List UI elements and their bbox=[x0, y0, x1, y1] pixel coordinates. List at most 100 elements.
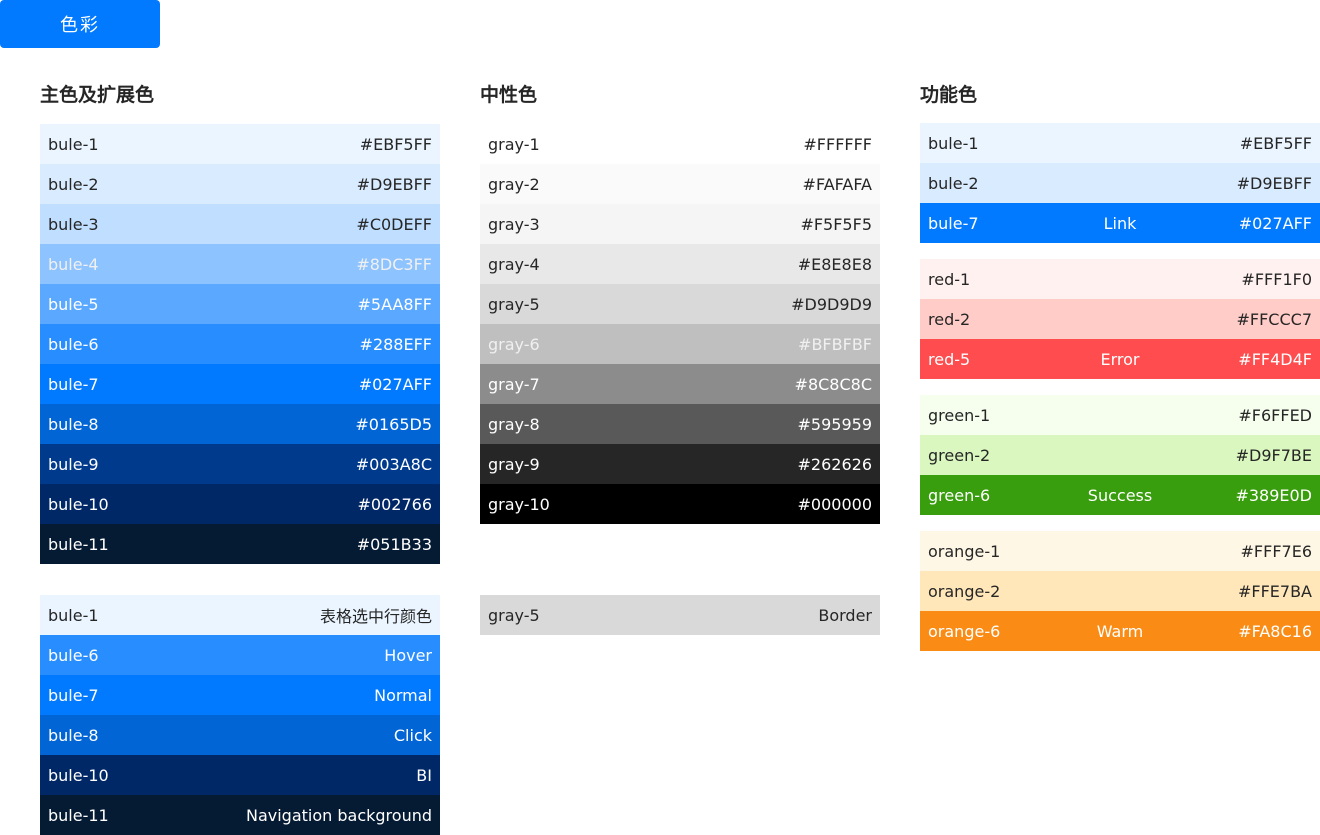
swatch-name: green-2 bbox=[928, 445, 991, 465]
color-swatch-row: gray-6 #BFBFBF bbox=[480, 324, 880, 364]
color-swatch-row: bule-8 #0165D5 bbox=[40, 404, 440, 444]
swatch-name: bule-1 bbox=[928, 133, 979, 153]
color-swatch-row: bule-3 #C0DEFF bbox=[40, 204, 440, 244]
swatch-value: 表格选中行颜色 bbox=[319, 607, 432, 626]
swatch-value: #D9D9D9 bbox=[791, 294, 872, 314]
swatch-name: gray-7 bbox=[488, 374, 540, 394]
color-swatch-row: bule-1 #EBF5FF bbox=[40, 124, 440, 164]
swatch-name: red-5 bbox=[928, 349, 971, 369]
swatch-value: BI bbox=[416, 765, 432, 785]
swatch-value: Hover bbox=[384, 645, 432, 665]
swatch-value: #000000 bbox=[797, 494, 872, 514]
swatch-value: #D9EBFF bbox=[356, 174, 432, 194]
swatch-value: #0165D5 bbox=[355, 414, 432, 434]
swatch-value: #FFFFFF bbox=[803, 134, 872, 154]
swatch-value: #C0DEFF bbox=[356, 214, 432, 234]
swatch-value: #FFF1F0 bbox=[1241, 269, 1312, 289]
swatch-value: #288EFF bbox=[359, 334, 432, 354]
color-swatch-row: gray-2 #FAFAFA bbox=[480, 164, 880, 204]
swatch-value: #FFE7BA bbox=[1237, 581, 1312, 601]
swatch-name: orange-1 bbox=[928, 541, 1001, 561]
swatch-value: #595959 bbox=[797, 414, 872, 434]
functional-section-title: 功能色 bbox=[920, 84, 978, 106]
swatch-name: red-1 bbox=[928, 269, 971, 289]
color-swatch-row: bule-7 #027AFF bbox=[40, 364, 440, 404]
primary-usage-palette: bule-1 表格选中行颜色 bule-6 Hover bule-7 Normal bule… bbox=[40, 595, 440, 835]
swatch-name: bule-3 bbox=[48, 214, 99, 234]
swatch-name: green-1 bbox=[928, 405, 991, 425]
color-swatch-row: bule-8 Click bbox=[40, 715, 440, 755]
swatch-name: bule-5 bbox=[48, 294, 99, 314]
swatch-name: bule-11 bbox=[48, 534, 109, 554]
swatch-value: Normal bbox=[374, 685, 432, 705]
swatch-value: #BFBFBF bbox=[798, 334, 872, 354]
color-swatch-row: gray-5 #D9D9D9 bbox=[480, 284, 880, 324]
swatch-value: #8DC3FF bbox=[356, 254, 432, 274]
swatch-name: gray-5 bbox=[488, 605, 540, 625]
color-swatch-row: bule-10 #002766 bbox=[40, 484, 440, 524]
swatch-name: gray-6 bbox=[488, 334, 540, 354]
color-swatch-row: bule-11 Navigation background bbox=[40, 795, 440, 835]
color-swatch-row: bule-10 BI bbox=[40, 755, 440, 795]
swatch-name: gray-1 bbox=[488, 134, 540, 154]
swatch-name: bule-7 bbox=[48, 374, 99, 394]
swatch-value: #D9EBFF bbox=[1236, 173, 1312, 193]
swatch-value: Navigation background bbox=[245, 805, 432, 825]
swatch-name: bule-6 bbox=[48, 334, 99, 354]
swatch-name: gray-2 bbox=[488, 174, 540, 194]
color-swatch-row: bule-11 #051B33 bbox=[40, 524, 440, 564]
swatch-value: #D9F7BE bbox=[1235, 445, 1312, 465]
swatch-value: #FF4D4F bbox=[1238, 349, 1312, 369]
swatch-value: #002766 bbox=[357, 494, 432, 514]
swatch-value: #FAFAFA bbox=[802, 174, 872, 194]
color-swatch-row: green-2 #D9F7BE bbox=[920, 435, 1320, 475]
color-swatch-row: orange-1 #FFF7E6 bbox=[920, 531, 1320, 571]
swatch-value: #003A8C bbox=[355, 454, 432, 474]
swatch-name: bule-8 bbox=[48, 725, 99, 745]
swatch-name: gray-3 bbox=[488, 214, 540, 234]
swatch-name: bule-2 bbox=[928, 173, 979, 193]
swatch-value: #E8E8E8 bbox=[797, 254, 872, 274]
color-swatch-row: bule-7 Link #027AFF bbox=[920, 203, 1320, 243]
swatch-name: bule-8 bbox=[48, 414, 99, 434]
neutral-usage-palette: gray-5 Border bbox=[480, 595, 880, 635]
color-swatch-row: bule-7 Normal bbox=[40, 675, 440, 715]
color-swatch-row: bule-9 #003A8C bbox=[40, 444, 440, 484]
neutral-palette: gray-1 #FFFFFF gray-2 #FAFAFA gray-3 #F5F5F5 g… bbox=[480, 124, 880, 524]
swatch-name: green-6 bbox=[928, 485, 991, 505]
swatch-value: #8C8C8C bbox=[794, 374, 872, 394]
functional-palette-blue: bule-1 #EBF5FF bule-2 #D9EBFF bule-7 Link #027… bbox=[920, 123, 1320, 243]
swatch-name: bule-2 bbox=[48, 174, 99, 194]
color-swatch-row: bule-6 #288EFF bbox=[40, 324, 440, 364]
color-swatch-row: bule-1 表格选中行颜色 bbox=[40, 595, 440, 635]
swatch-name: bule-10 bbox=[48, 765, 109, 785]
swatch-name: bule-1 bbox=[48, 605, 99, 625]
swatch-value: #051B33 bbox=[356, 534, 432, 554]
swatch-name: bule-11 bbox=[48, 805, 109, 825]
swatch-value: #027AFF bbox=[1238, 213, 1312, 233]
color-swatch-row: red-2 #FFCCC7 bbox=[920, 299, 1320, 339]
color-swatch-row: red-5 Error #FF4D4F bbox=[920, 339, 1320, 379]
color-swatch-row: bule-6 Hover bbox=[40, 635, 440, 675]
swatch-value: #5AA8FF bbox=[357, 294, 432, 314]
swatch-value: #EBF5FF bbox=[359, 134, 432, 154]
color-swatch-row: red-1 #FFF1F0 bbox=[920, 259, 1320, 299]
functional-palette-green: green-1 #F6FFED green-2 #D9F7BE green-6 Succe… bbox=[920, 395, 1320, 515]
swatch-name: orange-6 bbox=[928, 621, 1001, 641]
color-swatch-row: gray-7 #8C8C8C bbox=[480, 364, 880, 404]
swatch-value: Click bbox=[393, 725, 432, 745]
swatch-value: #F6FFED bbox=[1238, 405, 1312, 425]
color-swatch-row: gray-3 #F5F5F5 bbox=[480, 204, 880, 244]
color-swatch-row: gray-8 #595959 bbox=[480, 404, 880, 444]
functional-palette-red: red-1 #FFF1F0 red-2 #FFCCC7 red-5 Error #FF4D4… bbox=[920, 259, 1320, 379]
color-swatch-row: bule-5 #5AA8FF bbox=[40, 284, 440, 324]
color-swatch-row: gray-9 #262626 bbox=[480, 444, 880, 484]
swatch-value: #EBF5FF bbox=[1239, 133, 1312, 153]
swatch-value: Border bbox=[818, 605, 872, 625]
color-tag: 色彩 bbox=[0, 0, 160, 48]
primary-palette: bule-1 #EBF5FF bule-2 #D9EBFF bule-3 #C0DEFF b… bbox=[40, 124, 440, 564]
color-swatch-row: gray-4 #E8E8E8 bbox=[480, 244, 880, 284]
swatch-value: #FFF7E6 bbox=[1240, 541, 1312, 561]
swatch-name: bule-1 bbox=[48, 134, 99, 154]
functional-palette-orange: orange-1 #FFF7E6 orange-2 #FFE7BA orange-6 Wa… bbox=[920, 531, 1320, 651]
